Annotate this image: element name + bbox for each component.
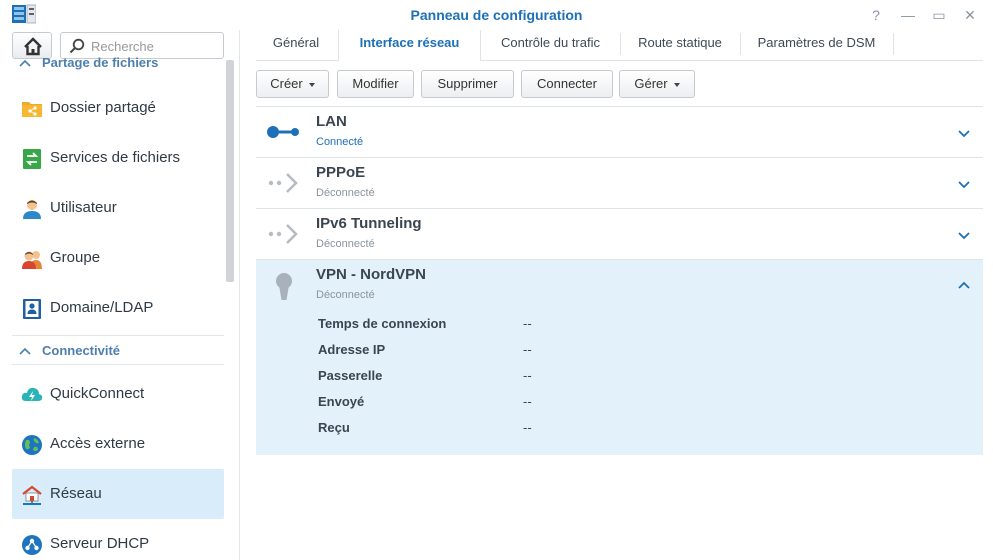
- user-icon: [23, 200, 41, 219]
- maximize-button[interactable]: ▭: [930, 6, 948, 24]
- detail-value-ip-address: --: [523, 342, 532, 357]
- help-button[interactable]: ?: [867, 6, 885, 24]
- section-header-file-sharing[interactable]: Partage de fichiers: [12, 54, 224, 78]
- lan-connected-icon: [267, 126, 299, 138]
- sidebar-item-group[interactable]: Groupe: [12, 233, 224, 283]
- sidebar-item-shared-folder[interactable]: Dossier partagé: [12, 83, 224, 133]
- interface-status: Déconnecté: [316, 187, 375, 199]
- search-input[interactable]: [91, 37, 219, 55]
- dhcp-server-icon: [22, 535, 42, 555]
- sidebar: Partage de fichiers Dossier partagé Serv…: [0, 30, 240, 560]
- network-icon: [22, 485, 42, 505]
- sidebar-item-dhcp-server[interactable]: Serveur DHCP: [12, 519, 224, 560]
- sidebar-item-network[interactable]: Réseau: [12, 469, 224, 519]
- detail-label-connection-time: Temps de connexion: [318, 316, 447, 331]
- manage-button-label: Gérer: [634, 76, 668, 91]
- sidebar-item-user[interactable]: Utilisateur: [12, 183, 224, 233]
- sidebar-item-label: Serveur DHCP: [50, 535, 150, 552]
- caret-down-icon: [308, 82, 315, 87]
- sidebar-scrollbar[interactable]: [226, 60, 234, 282]
- tab-traffic-control[interactable]: Contrôle du trafic: [483, 30, 618, 60]
- detail-value-sent: --: [523, 394, 532, 409]
- tab-general[interactable]: Général: [256, 30, 336, 60]
- chevron-down-icon[interactable]: [956, 176, 972, 192]
- sidebar-item-label: QuickConnect: [50, 385, 145, 402]
- chevron-up-icon[interactable]: [956, 278, 972, 294]
- close-button[interactable]: ✕: [961, 6, 979, 24]
- sidebar-item-label: Accès externe: [50, 435, 146, 452]
- sidebar-item-external-access[interactable]: Accès externe: [12, 419, 224, 469]
- minimize-button[interactable]: —: [899, 6, 917, 24]
- chevron-up-icon: [19, 59, 31, 67]
- window-title: Panneau de configuration: [410, 7, 583, 23]
- caret-down-icon: [673, 82, 680, 87]
- sidebar-item-label: Services de fichiers: [50, 149, 181, 166]
- detail-label-received: Reçu: [318, 420, 350, 435]
- main-panel: Général Interface réseau Contrôle du tra…: [241, 30, 993, 560]
- connect-button[interactable]: Connecter: [521, 70, 613, 98]
- interface-name: LAN: [316, 113, 347, 130]
- domain-ldap-icon: [23, 299, 41, 319]
- chevron-down-icon[interactable]: [956, 125, 972, 141]
- section-header-connectivity[interactable]: Connectivité: [12, 342, 224, 366]
- ipv6-tunnel-icon: [268, 224, 298, 244]
- detail-label-sent: Envoyé: [318, 394, 365, 409]
- sidebar-item-file-services[interactable]: Services de fichiers: [12, 133, 224, 183]
- manage-button[interactable]: Gérer: [619, 70, 695, 98]
- detail-label-ip-address: Adresse IP: [318, 342, 386, 357]
- chevron-up-icon: [19, 347, 31, 355]
- quickconnect-icon: [21, 387, 43, 401]
- chevron-down-icon[interactable]: [956, 227, 972, 243]
- sidebar-item-label: Réseau: [50, 485, 102, 502]
- interface-name: PPPoE: [316, 164, 366, 181]
- interface-row-pppoe[interactable]: PPPoE Déconnecté: [256, 158, 983, 209]
- pppoe-disconnected-icon: [268, 173, 298, 193]
- interface-name: IPv6 Tunneling: [316, 215, 422, 232]
- interface-status: Déconnecté: [316, 238, 375, 250]
- detail-value-connection-time: --: [523, 316, 532, 331]
- modify-button[interactable]: Modifier: [337, 70, 414, 98]
- search-icon: [69, 38, 85, 54]
- sidebar-item-label: Domaine/LDAP: [50, 299, 154, 316]
- delete-button[interactable]: Supprimer: [421, 70, 514, 98]
- detail-value-received: --: [523, 420, 532, 435]
- section-divider: [12, 364, 224, 365]
- tab-bar: Général Interface réseau Contrôle du tra…: [256, 30, 983, 61]
- tab-dsm-settings[interactable]: Paramètres de DSM: [741, 30, 892, 60]
- interface-name: VPN - NordVPN: [316, 266, 427, 283]
- tab-separator: [893, 33, 894, 55]
- detail-label-gateway: Passerelle: [318, 368, 383, 383]
- sidebar-item-label: Utilisateur: [50, 199, 117, 216]
- shared-folder-icon: [22, 102, 42, 117]
- sidebar-item-label: Dossier partagé: [50, 99, 156, 116]
- sidebar-item-quickconnect[interactable]: QuickConnect: [12, 369, 224, 419]
- create-button[interactable]: Créer: [256, 70, 329, 98]
- interface-status: Déconnecté: [316, 289, 375, 301]
- group-icon: [22, 251, 42, 269]
- interface-status: Connecté: [316, 136, 364, 148]
- title-bar: Panneau de configuration ? — ▭ ✕: [0, 0, 993, 30]
- interface-row-vpn-nordvpn[interactable]: VPN - NordVPN Déconnecté Temps de connex…: [256, 260, 983, 455]
- sidebar-item-label: Groupe: [50, 249, 101, 266]
- section-divider: [12, 335, 224, 336]
- vpn-keyhole-icon: [276, 273, 292, 300]
- file-services-icon: [23, 149, 41, 169]
- interface-row-ipv6-tunneling[interactable]: IPv6 Tunneling Déconnecté: [256, 209, 983, 260]
- interface-row-lan[interactable]: LAN Connecté: [256, 107, 983, 158]
- external-access-icon: [22, 435, 42, 455]
- sidebar-item-domain-ldap[interactable]: Domaine/LDAP: [12, 283, 224, 333]
- create-button-label: Créer: [270, 76, 303, 91]
- tab-network-interface[interactable]: Interface réseau: [338, 30, 481, 61]
- tab-static-route[interactable]: Route statique: [621, 30, 739, 60]
- detail-value-gateway: --: [523, 368, 532, 383]
